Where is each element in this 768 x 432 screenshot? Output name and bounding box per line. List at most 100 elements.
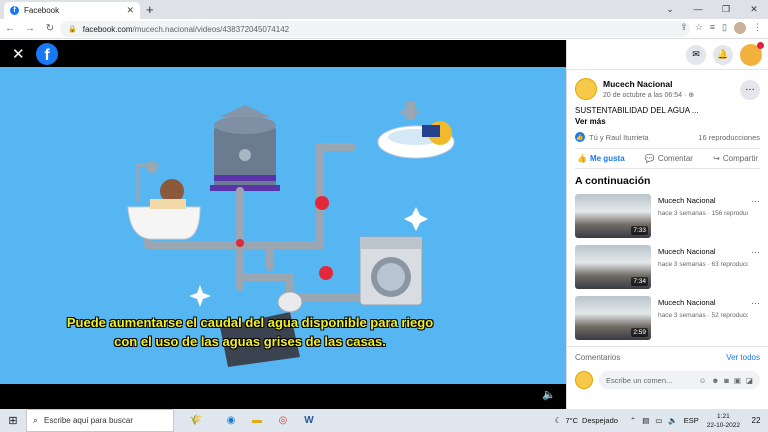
edge-icon[interactable]: ◉ [218,409,244,432]
tab-title: Facebook [24,6,60,15]
new-tab-button[interactable]: + [146,2,154,17]
side-panel-icon[interactable]: ▯ [722,22,727,34]
url-field[interactable]: 🔒 facebook.com /mucech.nacional/videos/4… [60,21,690,37]
speaker-icon[interactable]: 🔈 [668,416,677,425]
see-more-link[interactable]: Ver más [575,117,760,126]
notification-center-icon[interactable]: 22 [748,416,764,425]
duration-badge: 7:33 [631,226,648,235]
clock-time: 1:21 [717,412,730,420]
like-button[interactable]: 👍 Me gusta [577,154,625,163]
more-options-icon[interactable]: ⋯ [751,196,760,207]
chevron-up-icon[interactable]: ⌃ [630,416,636,425]
duration-badge: 2:59 [631,328,648,337]
clock[interactable]: 1:21 22-10-2022 [707,412,740,430]
weather-widget[interactable]: ☾ 7°C Despejado [555,416,618,425]
windows-start-icon[interactable]: ⊞ [0,414,26,427]
share-button[interactable]: ↪ Compartir [713,154,758,163]
gif-icon[interactable]: ▣ [734,376,741,385]
minimize-icon[interactable]: — [684,0,712,19]
post-stats: 👍 Tú y Raul Iturrieta 16 reproducciones [575,132,760,142]
more-options-icon[interactable]: ⋯ [751,247,760,258]
messenger-icon[interactable]: ✉ [686,44,706,65]
write-comment-row: Escribe un comen... ☺ ☻ ◙ ▣ ◪ [567,368,768,392]
notification-dot [757,41,764,49]
language-indicator[interactable]: ESP [684,416,699,425]
post-title: SUSTENTABILIDAD DEL AGUA ... [575,106,699,115]
windows-taskbar: ⊞ ⌕ Escribe aquí para buscar 🌾 ◉ ▬ ◎ W ☾… [0,409,768,432]
browser-tab-bar: f Facebook ✕ + ⌄ — ❐ ✕ [0,0,768,19]
window-controls: ⌄ — ❐ ✕ [656,0,768,19]
volume-icon[interactable]: 🔈 [542,388,556,401]
emoji-icon[interactable]: ☻ [711,376,719,385]
tab-close-icon[interactable]: ✕ [126,5,134,16]
views-count: 16 reproducciones [698,132,760,142]
weather-temp: 7°C [565,416,579,425]
forward-button[interactable]: → [20,23,40,34]
bathtub-icon [127,161,201,240]
author-avatar[interactable] [575,78,597,100]
comment-placeholder: Escribe un comen... [606,375,673,385]
panel-header: ✉ 🔔 [567,40,768,70]
video-top-bar: ✕ f [0,40,566,67]
valve-icon [319,266,333,280]
chevron-down-icon[interactable]: ⌄ [656,0,684,19]
camera-icon[interactable]: ◙ [724,376,729,385]
video-thumbnail[interactable]: 7:34 [575,245,651,289]
valve-icon [315,196,329,210]
reload-button[interactable]: ↻ [40,23,60,34]
post-options-button[interactable]: … [740,80,760,100]
reading-list-icon[interactable]: ≡ [710,22,715,34]
system-tray: ☾ 7°C Despejado ⌃ ▤ ▭ 🔈 ESP 1:21 22-10-2… [555,409,768,432]
author-row: Mucech Nacional 20 de octubre a las 06:5… [575,78,760,100]
video-title[interactable]: Mucech Nacional [658,298,748,307]
comments-row: Comentarios Ver todos [567,346,768,368]
share-icon[interactable]: ⇪ [680,22,688,34]
facebook-logo-icon[interactable]: f [36,43,58,65]
avatar-sticker-icon[interactable]: ☺ [699,376,707,385]
browser-tab[interactable]: f Facebook ✕ [4,2,140,19]
list-item[interactable]: 2:59 Mucech Nacional hace 3 semanas · 52… [567,293,768,344]
notifications-bell-icon[interactable]: 🔔 [713,44,733,65]
taskbar-search[interactable]: ⌕ Escribe aquí para buscar [26,409,174,432]
close-video-icon[interactable]: ✕ [12,45,25,63]
reactions-text[interactable]: Tú y Raul Iturrieta [589,133,649,142]
comment-input[interactable]: Escribe un comen... ☺ ☻ ◙ ▣ ◪ [599,371,760,389]
video-frame[interactable]: Puede aumentarse el caudal del agua disp… [0,67,566,384]
news-widget-icon[interactable]: 🌾 [174,409,218,432]
file-explorer-icon[interactable]: ▬ [244,409,270,432]
taskbar-search-placeholder: Escribe aquí para buscar [44,416,133,425]
comment-button[interactable]: 💬 Comentar [645,154,693,163]
tray-icons: ⌃ ▤ ▭ 🔈 ESP [630,416,699,425]
battery-icon[interactable]: ▭ [655,416,662,425]
post-actions: 👍 Me gusta 💬 Comentar ↪ Compartir [575,148,760,169]
video-title[interactable]: Mucech Nacional [658,247,748,256]
author-name[interactable]: Mucech Nacional [603,79,694,89]
like-label: Me gusta [589,154,625,163]
list-item[interactable]: 7:34 Mucech Nacional hace 3 semanas · 63… [567,242,768,293]
word-icon[interactable]: W [296,409,322,432]
bookmark-star-icon[interactable]: ☆ [695,22,703,34]
sticker-icon[interactable]: ◪ [746,376,753,385]
video-thumbnail[interactable]: 2:59 [575,296,651,340]
comments-label: Comentarios [575,353,621,362]
video-meta: hace 3 semanas · 156 reproducciones [658,210,748,217]
post-date[interactable]: 20 de octubre a las 06:54 · ⊕ [603,91,694,99]
network-icon[interactable]: ▤ [642,416,649,425]
chrome-icon[interactable]: ◎ [270,409,296,432]
more-options-icon[interactable]: ⋯ [751,298,760,309]
video-thumbnail[interactable]: 7:33 [575,194,651,238]
account-avatar[interactable] [740,41,764,66]
close-window-icon[interactable]: ✕ [740,0,768,19]
maximize-icon[interactable]: ❐ [712,0,740,19]
menu-icon[interactable]: ⋮ [753,22,762,34]
list-item[interactable]: 7:33 Mucech Nacional hace 3 semanas · 15… [567,191,768,242]
profile-avatar[interactable] [734,22,746,34]
up-next-heading: A continuación [575,175,651,187]
back-button[interactable]: ← [0,23,20,34]
url-path: /mucech.nacional/videos/438372045074142 [132,24,290,34]
video-player[interactable]: ✕ f Puede aumentarse el caudal del agua … [0,40,566,409]
see-all-comments-link[interactable]: Ver todos [726,353,760,362]
clock-date: 22-10-2022 [706,421,740,429]
video-title[interactable]: Mucech Nacional [658,196,748,205]
url-host: facebook.com [82,24,133,34]
